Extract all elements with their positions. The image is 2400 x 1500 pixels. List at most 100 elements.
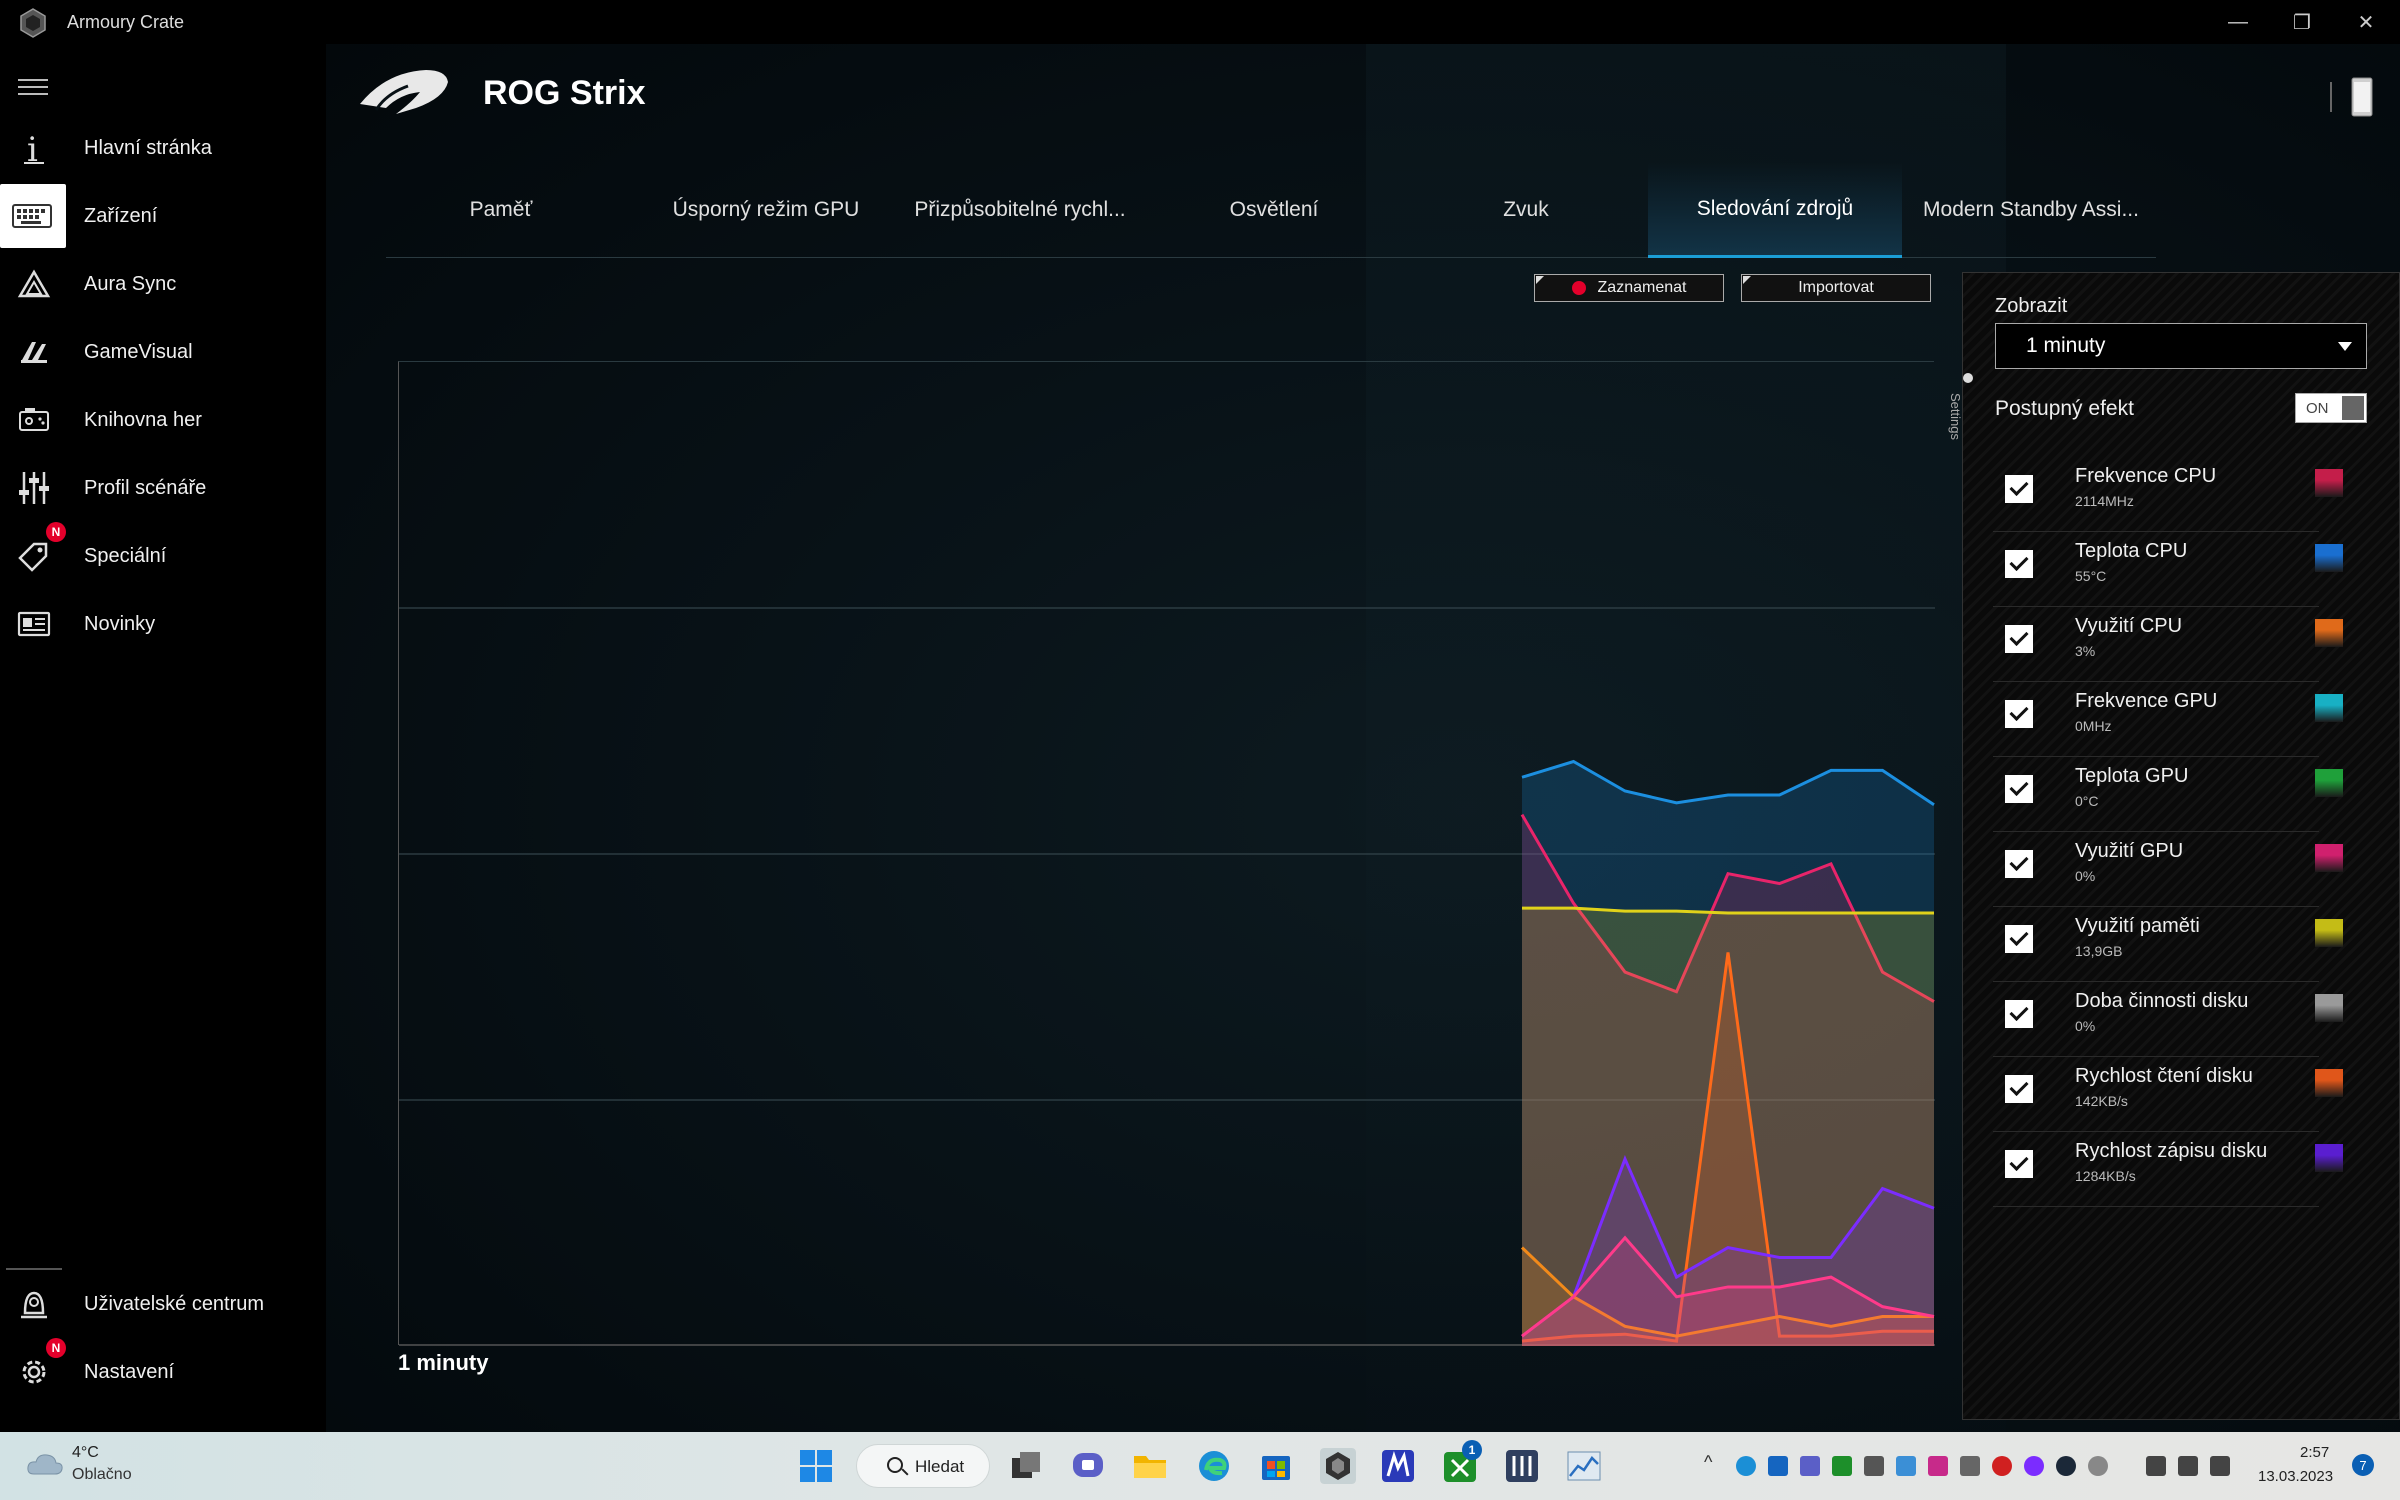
nvidia-icon[interactable] — [1832, 1456, 1852, 1476]
tab-resource-monitor[interactable]: Sledování zdrojů — [1648, 162, 1902, 258]
taskbar-search[interactable]: Hledat — [856, 1444, 990, 1488]
metric-row[interactable]: Rychlost zápisu disku 1284KB/s — [1993, 1132, 2343, 1207]
sidebar-item-user-center[interactable]: Uživatelské centrum — [0, 1272, 326, 1336]
volume-icon[interactable] — [2178, 1456, 2198, 1476]
network-drive-icon[interactable] — [1896, 1456, 1916, 1476]
metric-checkbox[interactable] — [2005, 550, 2033, 578]
clock-date[interactable]: 13.03.2023 — [2258, 1468, 2333, 1485]
metric-row[interactable]: Teplota CPU 55°C — [1993, 532, 2343, 607]
sidebar-item-settings[interactable]: N Nastavení — [0, 1338, 326, 1404]
weather-description[interactable]: Oblačno — [72, 1466, 132, 1484]
metric-checkbox[interactable] — [2005, 850, 2033, 878]
metric-checkbox[interactable] — [2005, 475, 2033, 503]
sidebar-item-label: Speciální — [84, 544, 167, 567]
metric-row[interactable]: Využití paměti 13,9GB — [1993, 907, 2343, 982]
hamburger-menu-button[interactable] — [18, 74, 48, 102]
armoury-crate-taskbar-icon[interactable] — [1320, 1448, 1356, 1484]
bluetooth-icon[interactable] — [1768, 1456, 1788, 1476]
tab-modern-standby[interactable]: Modern Standby Assi... — [1904, 162, 2158, 258]
settings-collapse-tab[interactable]: Settings — [1948, 363, 1977, 463]
sidebar-item-gamevisual[interactable]: GameVisual — [0, 320, 326, 384]
metric-value: 0°C — [2075, 793, 2099, 809]
gear-icon — [14, 1352, 54, 1392]
device-tray-icon[interactable] — [1864, 1456, 1884, 1476]
metric-color-swatch[interactable] — [2315, 769, 2343, 797]
sidebar-item-special[interactable]: N Speciální — [0, 522, 326, 588]
close-button[interactable]: ✕ — [2334, 0, 2398, 44]
sidebar-item-aura-sync[interactable]: Aura Sync — [0, 252, 326, 316]
tag-icon — [14, 536, 54, 576]
wifi-icon[interactable] — [2146, 1456, 2166, 1476]
title-bar: Armoury Crate — ❐ ✕ — [0, 0, 2400, 44]
steam-icon[interactable] — [2056, 1456, 2076, 1476]
metric-row[interactable]: Rychlost čtení disku 142KB/s — [1993, 1057, 2343, 1132]
metric-checkbox[interactable] — [2005, 1150, 2033, 1178]
minimize-button[interactable]: — — [2206, 0, 2270, 44]
sidebar-item-news[interactable]: Novinky — [0, 592, 326, 656]
onedrive-icon[interactable] — [2088, 1456, 2108, 1476]
cloud-icon[interactable] — [26, 1450, 64, 1478]
windows-start-icon[interactable] — [798, 1448, 834, 1484]
metric-color-swatch[interactable] — [2315, 994, 2343, 1022]
metric-row[interactable]: Teplota GPU 0°C — [1993, 757, 2343, 832]
weather-temperature[interactable]: 4°C — [72, 1444, 99, 1462]
settings-tab-icon — [1963, 373, 1973, 383]
metric-color-swatch[interactable] — [2315, 844, 2343, 872]
metric-checkbox[interactable] — [2005, 1075, 2033, 1103]
sliders-app-icon[interactable] — [1504, 1448, 1540, 1484]
teams-tray-icon[interactable] — [1800, 1456, 1820, 1476]
myasus-icon[interactable] — [1380, 1448, 1416, 1484]
display-range-select[interactable]: 1 minuty — [1995, 323, 2367, 369]
metric-color-swatch[interactable] — [2315, 469, 2343, 497]
metric-color-swatch[interactable] — [2315, 694, 2343, 722]
metric-checkbox[interactable] — [2005, 925, 2033, 953]
ms-store-icon[interactable] — [1258, 1448, 1294, 1484]
sidebar-item-home[interactable]: i Hlavní stránka — [0, 116, 326, 180]
import-button[interactable]: Importovat — [1741, 274, 1931, 302]
tab-custom-speed[interactable]: Přizpůsobitelné rychl... — [900, 162, 1140, 258]
tab-gpu-eco[interactable]: Úsporný režim GPU — [646, 162, 886, 258]
audio-app-icon[interactable] — [1928, 1456, 1948, 1476]
task-view-icon[interactable] — [1008, 1448, 1044, 1484]
resource-monitor-taskbar-icon[interactable] — [1566, 1448, 1602, 1484]
metric-checkbox[interactable] — [2005, 775, 2033, 803]
restore-button[interactable]: ❐ — [2270, 0, 2334, 44]
metric-color-swatch[interactable] — [2315, 619, 2343, 647]
battery-icon[interactable] — [2210, 1456, 2230, 1476]
metric-color-swatch[interactable] — [2315, 1144, 2343, 1172]
tab-lighting[interactable]: Osvětlení — [1154, 162, 1394, 258]
metric-checkbox[interactable] — [2005, 700, 2033, 728]
tray-overflow-icon[interactable]: ^ — [1704, 1452, 1724, 1472]
rog-tray-icon[interactable] — [1992, 1456, 2012, 1476]
metric-name: Doba činnosti disku — [2075, 990, 2249, 1012]
edge-browser-icon[interactable] — [1196, 1448, 1232, 1484]
metric-checkbox[interactable] — [2005, 1000, 2033, 1028]
metric-row[interactable]: Doba činnosti disku 0% — [1993, 982, 2343, 1057]
metric-color-swatch[interactable] — [2315, 919, 2343, 947]
metric-color-swatch[interactable] — [2315, 1069, 2343, 1097]
metric-checkbox[interactable] — [2005, 625, 2033, 653]
metric-row[interactable]: Využití CPU 3% — [1993, 607, 2343, 682]
teams-chat-icon[interactable] — [1070, 1448, 1106, 1484]
edge-tray-icon[interactable] — [1736, 1456, 1756, 1476]
metric-row[interactable]: Využití GPU 0% — [1993, 832, 2343, 907]
metric-color-swatch[interactable] — [2315, 544, 2343, 572]
metric-row[interactable]: Frekvence CPU 2114MHz — [1993, 457, 2343, 532]
notification-count-badge[interactable]: 7 — [2352, 1454, 2374, 1476]
tab-sound[interactable]: Zvuk — [1406, 162, 1646, 258]
clock-time[interactable]: 2:57 — [2300, 1444, 2329, 1461]
progressive-effect-toggle[interactable]: ON — [2295, 393, 2367, 423]
metric-row[interactable]: Frekvence GPU 0MHz — [1993, 682, 2343, 757]
sidebar-item-scenario-profile[interactable]: Profil scénáře — [0, 456, 326, 520]
settings-tab-label: Settings — [1948, 393, 1963, 440]
record-button[interactable]: Zaznamenat — [1534, 274, 1724, 302]
gamepad-tray-icon[interactable] — [1960, 1456, 1980, 1476]
tab-memory[interactable]: Paměť — [386, 162, 616, 258]
purple-app-icon[interactable] — [2024, 1456, 2044, 1476]
sidebar-item-label: Zařízení — [84, 204, 158, 227]
laptop-device-icon[interactable] — [2348, 74, 2376, 120]
sidebar-item-device[interactable]: Zařízení — [0, 184, 326, 248]
sidebar-item-game-library[interactable]: Knihovna her — [0, 388, 326, 452]
file-explorer-icon[interactable] — [1132, 1448, 1168, 1484]
progressive-effect-label: Postupný efekt — [1995, 397, 2134, 420]
